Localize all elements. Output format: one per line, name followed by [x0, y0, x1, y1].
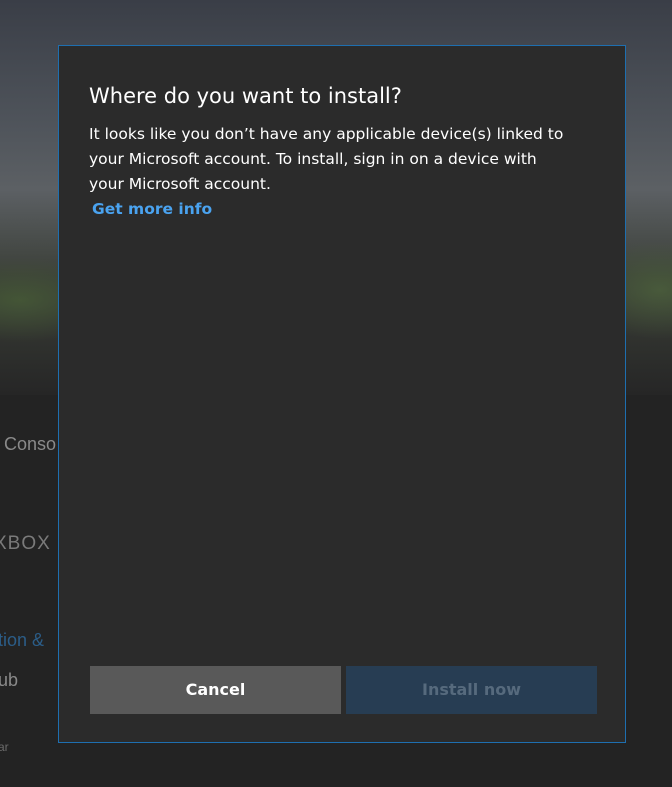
cancel-button[interactable]: Cancel — [90, 666, 341, 714]
background-xbox-logo-text: XBOX — [0, 533, 51, 554]
install-now-button: Install now — [346, 666, 597, 714]
get-more-info-link[interactable]: Get more info — [92, 197, 212, 221]
dialog-title: Where do you want to install? — [89, 84, 402, 108]
dialog-message-line: It looks like you don’t have any applica… — [89, 125, 564, 143]
background-label-edition: tion & — [0, 630, 45, 650]
dialog-message: It looks like you don’t have any applica… — [89, 122, 609, 197]
dialog-message-line: your Microsoft account. To install, sign… — [89, 150, 537, 168]
background-label-ar: ar — [0, 740, 9, 754]
background-label-hub: ub — [0, 670, 19, 690]
dialog-message-line: your Microsoft account. — [89, 175, 271, 193]
background-label-console: Conso — [4, 434, 57, 454]
install-location-dialog: Where do you want to install? It looks l… — [58, 45, 626, 743]
